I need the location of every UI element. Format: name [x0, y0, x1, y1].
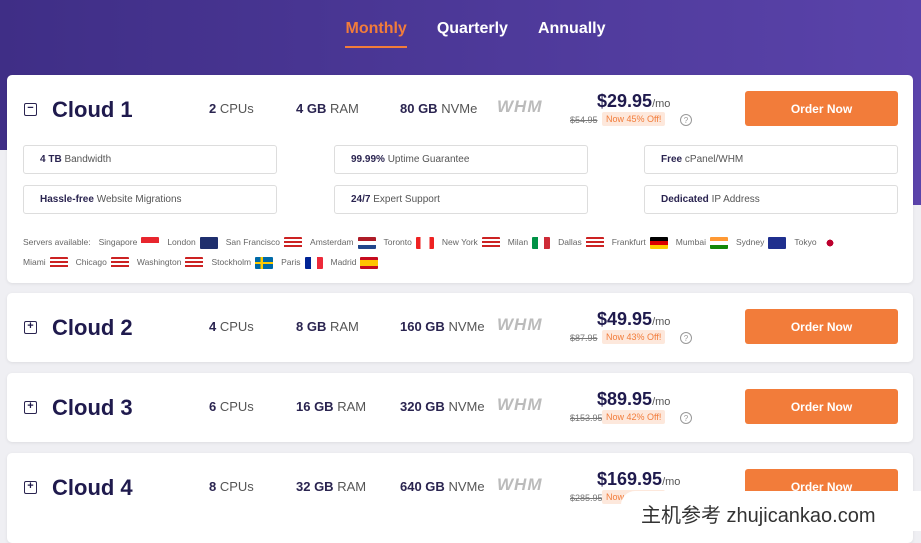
flag-icon	[649, 236, 668, 249]
side-strip	[913, 75, 921, 205]
ram-spec: 16 GB RAM	[296, 399, 367, 414]
discount-badge: Now 45% Off!	[602, 112, 666, 126]
cpu-spec: 8 CPUs	[209, 479, 254, 494]
server-location: Frankfurt	[612, 232, 668, 252]
help-icon[interactable]: ?	[680, 412, 692, 424]
cpu-spec: 2 CPUs	[209, 101, 254, 116]
order-now-button[interactable]: Order Now	[745, 91, 898, 126]
flag-icon	[360, 256, 379, 269]
feature-item: 24/7 Expert Support	[334, 185, 588, 214]
server-location: Washington	[137, 252, 204, 272]
disk-spec: 320 GB NVMe	[400, 399, 485, 414]
server-location: Singapore	[99, 232, 160, 252]
flag-icon	[585, 236, 604, 249]
server-location: Tokyo	[794, 232, 839, 252]
server-location: Stockholm	[211, 252, 274, 272]
old-price: $87.95	[570, 333, 598, 343]
servers-list: Servers available: Singapore London San Fra…	[23, 232, 893, 272]
flag-icon	[284, 236, 303, 249]
flag-icon	[820, 236, 839, 249]
plan-card: + Cloud 2 4 CPUs 8 GB RAM 160 GB NVMe WH…	[7, 293, 913, 362]
old-price: $285.95	[570, 493, 603, 503]
plan-name: Cloud 1	[52, 97, 133, 122]
whm-logo: WHM	[497, 97, 543, 116]
tab-monthly[interactable]: Monthly	[345, 20, 407, 48]
server-location: Mumbai	[676, 232, 728, 252]
whm-logo: WHM	[497, 475, 543, 494]
plan-header[interactable]: + Cloud 3 6 CPUs 16 GB RAM 320 GB NVMe W…	[7, 373, 913, 443]
server-location: London	[167, 232, 218, 252]
whm-logo: WHM	[497, 315, 543, 334]
plan-name: Cloud 2	[52, 315, 133, 340]
discount-badge: Now 43% Off!	[602, 330, 666, 344]
flag-icon	[768, 236, 787, 249]
feature-item: Free cPanel/WHM	[644, 145, 898, 174]
disk-spec: 160 GB NVMe	[400, 319, 485, 334]
flag-icon	[481, 236, 500, 249]
plan-name: Cloud 4	[52, 475, 133, 500]
price: $169.95/mo	[597, 469, 681, 489]
flag-icon	[415, 236, 434, 249]
expand-icon[interactable]: +	[24, 481, 37, 494]
feature-item: 4 TB Bandwidth	[23, 145, 277, 174]
flag-icon	[49, 256, 68, 269]
flag-icon	[304, 256, 323, 269]
discount-badge: Now 42% Off!	[602, 410, 666, 424]
tab-quarterly[interactable]: Quarterly	[437, 20, 508, 48]
cpu-spec: 6 CPUs	[209, 399, 254, 414]
server-location: New York	[442, 232, 500, 252]
flag-icon	[141, 236, 160, 249]
feature-item: Hassle-free Website Migrations	[23, 185, 277, 214]
ram-spec: 32 GB RAM	[296, 479, 367, 494]
flag-icon	[532, 236, 551, 249]
feature-item: Dedicated IP Address	[644, 185, 898, 214]
plan-header[interactable]: + Cloud 2 4 CPUs 8 GB RAM 160 GB NVMe WH…	[7, 293, 913, 363]
server-location: Toronto	[384, 232, 434, 252]
whm-logo: WHM	[497, 395, 543, 414]
server-location: Milan	[508, 232, 551, 252]
help-icon[interactable]: ?	[680, 114, 692, 126]
plan-card: − Cloud 1 2 CPUs 4 GB RAM 80 GB NVMe WHM…	[7, 75, 913, 283]
server-location: Amsterdam	[310, 232, 376, 252]
flag-icon	[357, 236, 376, 249]
server-location: San Francisco	[226, 232, 303, 252]
server-location: Madrid	[331, 252, 379, 272]
tab-annually[interactable]: Annually	[538, 20, 606, 48]
watermark-badge: 主机参考 zhujicankao.com	[621, 491, 921, 531]
server-location: Paris	[281, 252, 323, 272]
plan-name: Cloud 3	[52, 395, 133, 420]
server-location: Sydney	[736, 232, 787, 252]
server-location: Chicago	[76, 252, 129, 272]
flag-icon	[255, 256, 274, 269]
flag-icon	[110, 256, 129, 269]
disk-spec: 640 GB NVMe	[400, 479, 485, 494]
order-now-button[interactable]: Order Now	[745, 309, 898, 344]
flag-icon	[185, 256, 204, 269]
old-price: $54.95	[570, 115, 598, 125]
old-price: $153.95	[570, 413, 603, 423]
expand-icon[interactable]: +	[24, 401, 37, 414]
order-now-button[interactable]: Order Now	[745, 389, 898, 424]
plan-header[interactable]: − Cloud 1 2 CPUs 4 GB RAM 80 GB NVMe WHM…	[7, 75, 913, 145]
collapse-icon[interactable]: −	[24, 103, 37, 116]
help-icon[interactable]: ?	[680, 332, 692, 344]
server-location: Dallas	[558, 232, 604, 252]
server-location: Miami	[23, 252, 68, 272]
feature-item: 99.99% Uptime Guarantee	[334, 145, 588, 174]
expand-icon[interactable]: +	[24, 321, 37, 334]
plan-card: + Cloud 3 6 CPUs 16 GB RAM 320 GB NVMe W…	[7, 373, 913, 442]
price: $89.95/mo	[597, 389, 671, 409]
flag-icon	[199, 236, 218, 249]
billing-tabs: Monthly Quarterly Annually	[0, 20, 921, 48]
ram-spec: 4 GB RAM	[296, 101, 359, 116]
flag-icon	[709, 236, 728, 249]
cpu-spec: 4 CPUs	[209, 319, 254, 334]
price: $29.95/mo	[597, 91, 671, 111]
ram-spec: 8 GB RAM	[296, 319, 359, 334]
disk-spec: 80 GB NVMe	[400, 101, 478, 116]
servers-label: Servers available:	[23, 237, 91, 247]
price: $49.95/mo	[597, 309, 671, 329]
